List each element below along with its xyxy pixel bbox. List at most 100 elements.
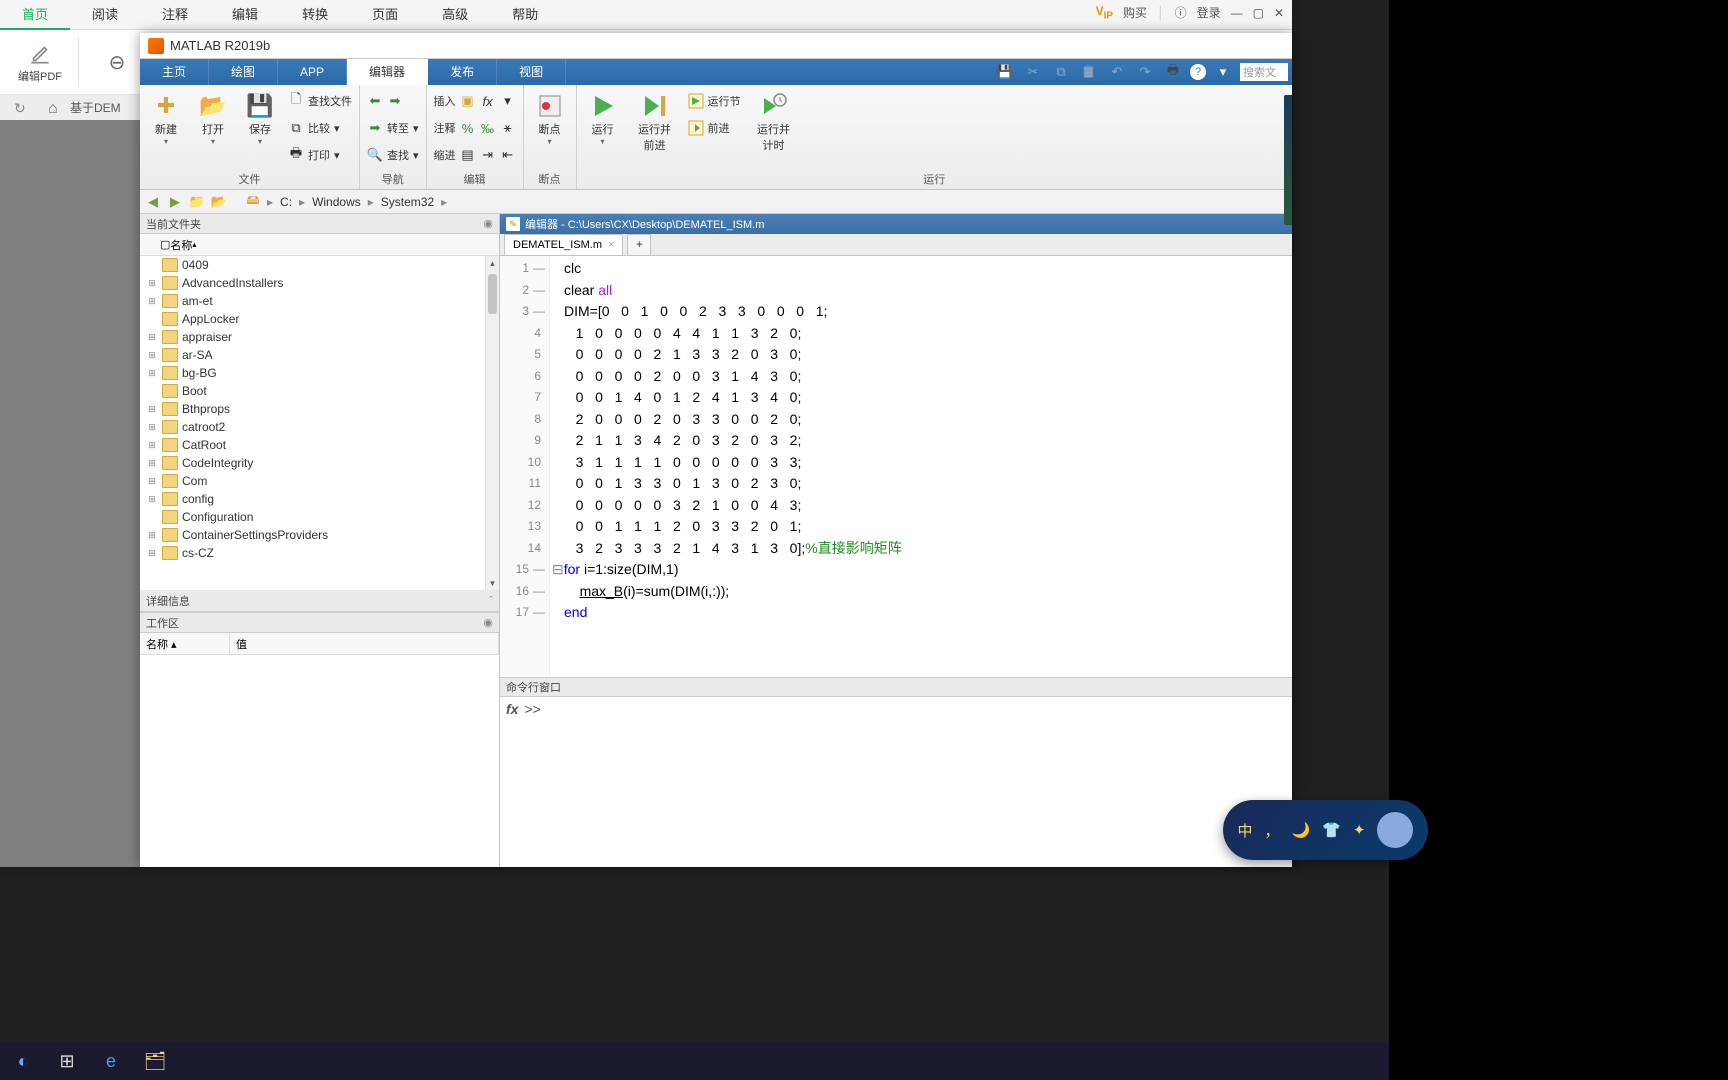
- minimize-icon[interactable]: —: [1231, 6, 1243, 20]
- pdf-tab-advanced[interactable]: 高级: [420, 0, 490, 30]
- folder-item[interactable]: 0409: [140, 256, 499, 274]
- code-body[interactable]: clcclear allDIM=[0 0 1 0 0 2 3 3 0 0 0 1…: [550, 256, 1292, 677]
- scroll-down-icon[interactable]: ▼: [486, 576, 499, 590]
- folder-item[interactable]: ⊞AdvancedInstallers: [140, 274, 499, 292]
- insert-button[interactable]: 插入 ▣ fx ▾: [431, 89, 519, 113]
- open-button[interactable]: 📂 打开▾: [191, 87, 235, 146]
- folder-item[interactable]: AppLocker: [140, 310, 499, 328]
- folder-item[interactable]: ⊞CatRoot: [140, 436, 499, 454]
- run-button[interactable]: 运行▾: [581, 87, 625, 146]
- folder-item[interactable]: ⊞catroot2: [140, 418, 499, 436]
- ime-avatar[interactable]: [1377, 812, 1413, 848]
- shirt-icon[interactable]: 👕: [1322, 821, 1341, 839]
- undo-icon[interactable]: ↶: [1106, 61, 1128, 83]
- ws-col-value[interactable]: 值: [230, 633, 499, 654]
- folder-item[interactable]: ⊞Bthprops: [140, 400, 499, 418]
- search-input[interactable]: 搜索文: [1240, 63, 1288, 81]
- moon-icon[interactable]: 🌙: [1292, 821, 1311, 839]
- pdf-doc-tab[interactable]: 基于DEM: [70, 99, 121, 116]
- pdf-edit-button[interactable]: 编辑PDF: [10, 40, 70, 84]
- folder-scrollbar[interactable]: ▲ ▼: [485, 256, 499, 590]
- edge-icon[interactable]: e: [92, 1045, 130, 1077]
- find-files-button[interactable]: 🗋查找文件: [285, 89, 355, 113]
- folder-item[interactable]: ⊞ar-SA: [140, 346, 499, 364]
- scroll-up-icon[interactable]: ▲: [486, 256, 499, 270]
- code-editor[interactable]: 1—2—3—4 5 6 7 8 9 10 11 12 13 14 15—16—1…: [500, 256, 1292, 677]
- redo-icon[interactable]: ↷: [1134, 61, 1156, 83]
- details-header[interactable]: 详细信息ˆ: [140, 590, 499, 612]
- print-icon[interactable]: 🖶: [1162, 61, 1184, 83]
- folder-item[interactable]: ⊞appraiser: [140, 328, 499, 346]
- editor-tab-file[interactable]: DEMATEL_ISM.m ×: [504, 234, 623, 255]
- pdf-login-link[interactable]: 登录: [1197, 4, 1221, 21]
- pdf-buy-link[interactable]: 购买: [1123, 4, 1147, 21]
- tab-view[interactable]: 视图: [497, 59, 566, 85]
- save-button[interactable]: 💾 保存▾: [238, 87, 282, 146]
- indent-button[interactable]: 缩进 ▤ ⇥ ⇤: [431, 143, 519, 167]
- paste-icon[interactable]: 📋: [1078, 61, 1100, 83]
- panel-menu-icon[interactable]: ◉: [483, 616, 493, 629]
- close-tab-icon[interactable]: ×: [608, 239, 614, 251]
- advance-button[interactable]: 前进: [685, 116, 744, 140]
- workspace-body[interactable]: [140, 655, 499, 867]
- folder-item[interactable]: Configuration: [140, 508, 499, 526]
- matlab-right-dock-indicator[interactable]: [1284, 95, 1292, 225]
- goto-button[interactable]: ➡转至 ▾: [364, 116, 422, 140]
- up-folder-icon[interactable]: 📁: [188, 193, 206, 211]
- folder-item[interactable]: Boot: [140, 382, 499, 400]
- folder-item[interactable]: ⊞Com: [140, 472, 499, 490]
- ws-col-name[interactable]: 名称 ▴: [140, 633, 230, 654]
- ime-floating-bar[interactable]: 中 ， 🌙 👕 ✦: [1223, 800, 1428, 860]
- run-time-button[interactable]: 运行并 计时: [747, 87, 801, 153]
- find-button[interactable]: 🔍查找 ▾: [364, 143, 422, 167]
- comment-button[interactable]: 注释 % ‰ ⚹: [431, 116, 519, 140]
- start-button[interactable]: ◐: [4, 1045, 42, 1077]
- print-button[interactable]: 🖶打印 ▾: [285, 143, 355, 167]
- breadcrumb-drive[interactable]: C:: [278, 195, 294, 209]
- pdf-tab-read[interactable]: 阅读: [70, 0, 140, 30]
- task-view-icon[interactable]: ⊞: [48, 1045, 86, 1077]
- tab-publish[interactable]: 发布: [428, 59, 497, 85]
- folder-item[interactable]: ⊞CodeIntegrity: [140, 454, 499, 472]
- breadcrumb-system32[interactable]: System32: [379, 195, 436, 209]
- save-icon[interactable]: 💾: [994, 61, 1016, 83]
- nav-back-button[interactable]: ⬅➡: [364, 89, 422, 113]
- folder-item[interactable]: ⊞am-et: [140, 292, 499, 310]
- tab-plots[interactable]: 绘图: [209, 59, 278, 85]
- pdf-tab-annotate[interactable]: 注释: [140, 0, 210, 30]
- tab-editor[interactable]: 编辑器: [347, 59, 428, 85]
- copy-icon[interactable]: ⧉: [1050, 61, 1072, 83]
- browse-icon[interactable]: 📂: [210, 193, 228, 211]
- back-icon[interactable]: ◀: [144, 193, 162, 211]
- folder-item[interactable]: ⊞cs-CZ: [140, 544, 499, 562]
- pdf-tab-edit[interactable]: 编辑: [210, 0, 280, 30]
- compare-button[interactable]: ⧉比较 ▾: [285, 116, 355, 140]
- run-advance-button[interactable]: 运行并 前进: [628, 87, 682, 153]
- dropdown-icon[interactable]: ▾: [1212, 61, 1234, 83]
- tab-apps[interactable]: APP: [278, 59, 347, 85]
- pdf-tab-convert[interactable]: 转换: [280, 0, 350, 30]
- folder-tree[interactable]: 0409⊞AdvancedInstallers⊞am-etAppLocker⊞a…: [140, 256, 499, 590]
- maximize-icon[interactable]: ▢: [1253, 6, 1264, 20]
- panel-menu-icon[interactable]: ◉: [483, 217, 493, 230]
- folder-item[interactable]: ⊞config: [140, 490, 499, 508]
- folder-item[interactable]: ⊞ContainerSettingsProviders: [140, 526, 499, 544]
- cut-icon[interactable]: ✂: [1022, 61, 1044, 83]
- new-button[interactable]: ✚ 新建▾: [144, 87, 188, 146]
- scroll-thumb[interactable]: [488, 274, 497, 314]
- folder-column-header[interactable]: ▢ 名称 ▴: [140, 234, 499, 256]
- tab-home[interactable]: 主页: [140, 59, 209, 85]
- ime-punct[interactable]: ，: [1265, 820, 1280, 841]
- home-icon[interactable]: ⌂: [48, 100, 58, 118]
- sparkle-icon[interactable]: ✦: [1353, 821, 1366, 839]
- ime-lang[interactable]: 中: [1238, 820, 1253, 841]
- close-icon[interactable]: ✕: [1274, 6, 1284, 20]
- breadcrumb-windows[interactable]: Windows: [310, 195, 363, 209]
- refresh-icon[interactable]: ↻: [14, 100, 26, 117]
- breakpoints-button[interactable]: 断点▾: [528, 87, 572, 146]
- pdf-zoom-out[interactable]: ⊖: [87, 48, 147, 76]
- help-icon[interactable]: ?: [1190, 64, 1206, 80]
- explorer-icon[interactable]: 🗂: [136, 1045, 174, 1077]
- pdf-tab-home[interactable]: 首页: [0, 0, 70, 30]
- pdf-tab-page[interactable]: 页面: [350, 0, 420, 30]
